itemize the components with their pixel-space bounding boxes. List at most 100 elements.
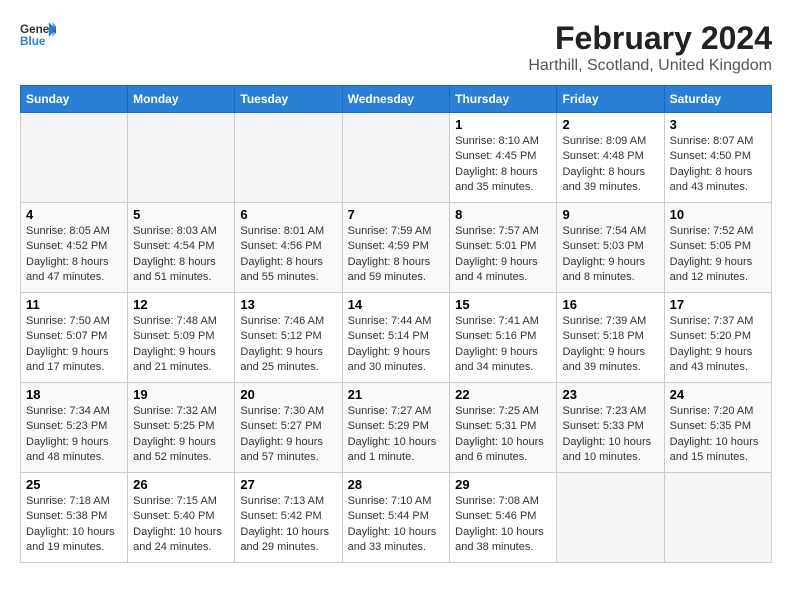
sunset-label: Sunset: 4:52 PM — [26, 240, 107, 252]
day-number: 13 — [240, 297, 336, 312]
day-number: 27 — [240, 477, 336, 492]
sunset-label: Sunset: 5:16 PM — [455, 330, 536, 342]
sunrise-label: Sunrise: 8:03 AM — [133, 225, 217, 237]
daylight-label: Daylight: 9 hours and 52 minutes. — [133, 436, 216, 463]
day-number: 19 — [133, 387, 229, 402]
day-info: Sunrise: 7:08 AMSunset: 5:46 PMDaylight:… — [455, 494, 551, 556]
calendar-day-cell: 3 Sunrise: 8:07 AMSunset: 4:50 PMDaylight… — [664, 113, 771, 203]
day-info: Sunrise: 8:07 AMSunset: 4:50 PMDaylight:… — [670, 134, 766, 196]
day-number: 16 — [562, 297, 658, 312]
calendar-day-cell: 7Sunrise: 7:59 AMSunset: 4:59 PMDaylight… — [342, 203, 450, 293]
sunrise-label: Sunrise: 7:44 AM — [348, 315, 432, 327]
day-number: 5 — [133, 207, 229, 222]
sunset-label: Sunset: 5:33 PM — [562, 420, 643, 432]
logo: General Blue — [20, 20, 56, 48]
sunset-label: Sunset: 5:35 PM — [670, 420, 751, 432]
calendar-header-wednesday: Wednesday — [342, 86, 450, 113]
day-number: 25 — [26, 477, 122, 492]
calendar-header-row: SundayMondayTuesdayWednesdayThursdayFrid… — [21, 86, 772, 113]
daylight-label: Daylight: 8 hours and 39 minutes. — [562, 166, 645, 193]
sunset-label: Sunset: 5:42 PM — [240, 510, 321, 522]
day-number: 10 — [670, 207, 766, 222]
day-info: Sunrise: 7:32 AM Sunset: 5:25 PM Daylight:… — [133, 404, 229, 466]
day-info: Sunrise: 8:10 AMSunset: 4:45 PMDaylight:… — [455, 134, 551, 196]
calendar-day-cell: 9Sunrise: 7:54 AMSunset: 5:03 PMDaylight… — [557, 203, 664, 293]
calendar-day-cell — [128, 113, 235, 203]
sunset-label: Sunset: 5:03 PM — [562, 240, 643, 252]
sunset-label: Sunset: 5:38 PM — [26, 510, 107, 522]
sunset-label: Sunset: 5:09 PM — [133, 330, 214, 342]
day-info: Sunrise: 8:03 AMSunset: 4:54 PMDaylight:… — [133, 224, 229, 286]
sunrise-label: Sunrise: 7:20 AM — [670, 405, 754, 417]
daylight-label: Daylight: 10 hours and 29 minutes. — [240, 526, 329, 553]
daylight-label: Daylight: 10 hours and 1 minute. — [348, 436, 437, 463]
calendar-day-cell: 28Sunrise: 7:10 AMSunset: 5:44 PMDayligh… — [342, 473, 450, 563]
daylight-label: Daylight: 10 hours and 24 minutes. — [133, 526, 222, 553]
day-number: 3 — [670, 117, 766, 132]
sunset-label: Sunset: 5:40 PM — [133, 510, 214, 522]
calendar-week-row: 25 Sunrise: 7:18 AMSunset: 5:38 PMDayligh… — [21, 473, 772, 563]
calendar-day-cell: 14Sunrise: 7:44 AMSunset: 5:14 PMDayligh… — [342, 293, 450, 383]
sunset-label: Sunset: 5:14 PM — [348, 330, 429, 342]
calendar-header-sunday: Sunday — [21, 86, 128, 113]
day-info: Sunrise: 7:39 AM Sunset: 5:18 PM Daylight:… — [562, 314, 658, 376]
sunrise-label: Sunrise: 7:50 AM — [26, 315, 110, 327]
calendar-day-cell — [664, 473, 771, 563]
day-info: Sunrise: 7:46 AMSunset: 5:12 PMDaylight:… — [240, 314, 336, 376]
day-number: 14 — [348, 297, 445, 312]
calendar-day-cell: 26Sunrise: 7:15 AMSunset: 5:40 PMDayligh… — [128, 473, 235, 563]
day-number: 6 — [240, 207, 336, 222]
day-number: 12 — [133, 297, 229, 312]
calendar-day-cell: 24Sunrise: 7:20 AMSunset: 5:35 PMDayligh… — [664, 383, 771, 473]
daylight-label: Daylight: 9 hours and 21 minutes. — [133, 346, 216, 373]
sunset-label: Sunset: 5:05 PM — [670, 240, 751, 252]
sunrise-label: Sunrise: 7:57 AM — [455, 225, 539, 237]
daylight-label: Daylight: 8 hours and 59 minutes. — [348, 256, 431, 283]
calendar-day-cell — [21, 113, 128, 203]
calendar-day-cell: 1 Sunrise: 8:10 AMSunset: 4:45 PMDaylight… — [450, 113, 557, 203]
sunrise-label: Sunrise: 7:37 AM — [670, 315, 754, 327]
calendar-header-tuesday: Tuesday — [235, 86, 342, 113]
calendar-day-cell: 22Sunrise: 7:25 AMSunset: 5:31 PMDayligh… — [450, 383, 557, 473]
day-number: 1 — [455, 117, 551, 132]
calendar-week-row: 11Sunrise: 7:50 AMSunset: 5:07 PMDayligh… — [21, 293, 772, 383]
day-info: Sunrise: 7:18 AMSunset: 5:38 PMDaylight:… — [26, 494, 122, 556]
day-number: 8 — [455, 207, 551, 222]
sunrise-label: Sunrise: 7:34 AM — [26, 405, 110, 417]
sunset-label: Sunset: 5:46 PM — [455, 510, 536, 522]
sunset-label: Sunset: 5:18 PM — [562, 330, 643, 342]
calendar-week-row: 1 Sunrise: 8:10 AMSunset: 4:45 PMDaylight… — [21, 113, 772, 203]
day-number: 7 — [348, 207, 445, 222]
calendar-day-cell: 4Sunrise: 8:05 AMSunset: 4:52 PMDaylight… — [21, 203, 128, 293]
sunrise-label: Sunrise: 7:39 AM — [562, 315, 646, 327]
day-info: Sunrise: 8:05 AMSunset: 4:52 PMDaylight:… — [26, 224, 122, 286]
calendar-day-cell: 19 Sunrise: 7:32 AM Sunset: 5:25 PM Dayligh… — [128, 383, 235, 473]
daylight-label: Daylight: 9 hours and 39 minutes. — [562, 346, 645, 373]
sunset-label: Sunset: 5:20 PM — [670, 330, 751, 342]
sunset-label: Sunset: 4:56 PM — [240, 240, 321, 252]
day-info: Sunrise: 7:54 AMSunset: 5:03 PMDaylight:… — [562, 224, 658, 286]
calendar-header-saturday: Saturday — [664, 86, 771, 113]
general-blue-logo-icon: General Blue — [20, 20, 56, 48]
day-number: 17 — [670, 297, 766, 312]
sunset-label: Sunset: 5:25 PM — [133, 420, 214, 432]
sunrise-label: Sunrise: 7:30 AM — [240, 405, 324, 417]
daylight-label: Daylight: 10 hours and 6 minutes. — [455, 436, 544, 463]
sunrise-label: Sunrise: 7:27 AM — [348, 405, 432, 417]
sunrise-label: Sunrise: 7:46 AM — [240, 315, 324, 327]
month-title: February 2024 — [528, 20, 772, 57]
day-info: Sunrise: 7:27 AMSunset: 5:29 PMDaylight:… — [348, 404, 445, 466]
sunset-label: Sunset: 4:48 PM — [562, 150, 643, 162]
day-number: 11 — [26, 297, 122, 312]
calendar-header-friday: Friday — [557, 86, 664, 113]
day-info: Sunrise: 7:41 AMSunset: 5:16 PMDaylight:… — [455, 314, 551, 376]
sunrise-label: Sunrise: 8:05 AM — [26, 225, 110, 237]
day-info: Sunrise: 7:57 AMSunset: 5:01 PMDaylight:… — [455, 224, 551, 286]
daylight-label: Daylight: 9 hours and 57 minutes. — [240, 436, 323, 463]
calendar-day-cell: 10Sunrise: 7:52 AMSunset: 5:05 PMDayligh… — [664, 203, 771, 293]
sunset-label: Sunset: 5:31 PM — [455, 420, 536, 432]
daylight-label: Daylight: 9 hours and 4 minutes. — [455, 256, 538, 283]
daylight-label: Daylight: 8 hours and 35 minutes. — [455, 166, 538, 193]
day-number: 15 — [455, 297, 551, 312]
sunrise-label: Sunrise: 7:32 AM — [133, 405, 217, 417]
